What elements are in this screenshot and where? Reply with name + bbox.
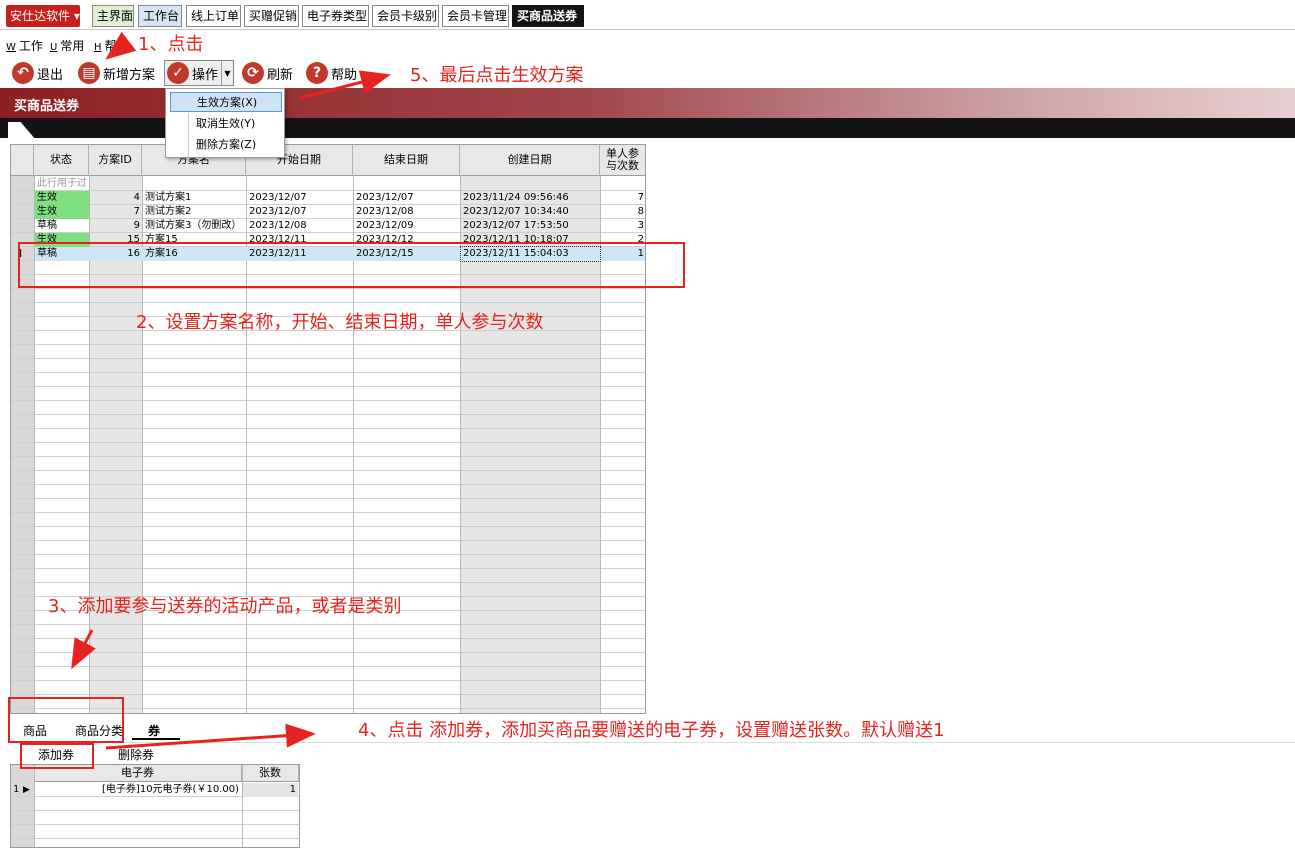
arrow-step3 [71,629,96,670]
arrow-step5 [299,70,391,100]
arrow-step1 [105,31,137,60]
arrow-step4 [105,723,316,750]
app-window: 安仕达软件 ▾ 主界面 工作台 线上订单 买赠促销 电子券类型 会员卡级别 会员… [0,0,1295,848]
annotation-arrows [71,31,391,750]
